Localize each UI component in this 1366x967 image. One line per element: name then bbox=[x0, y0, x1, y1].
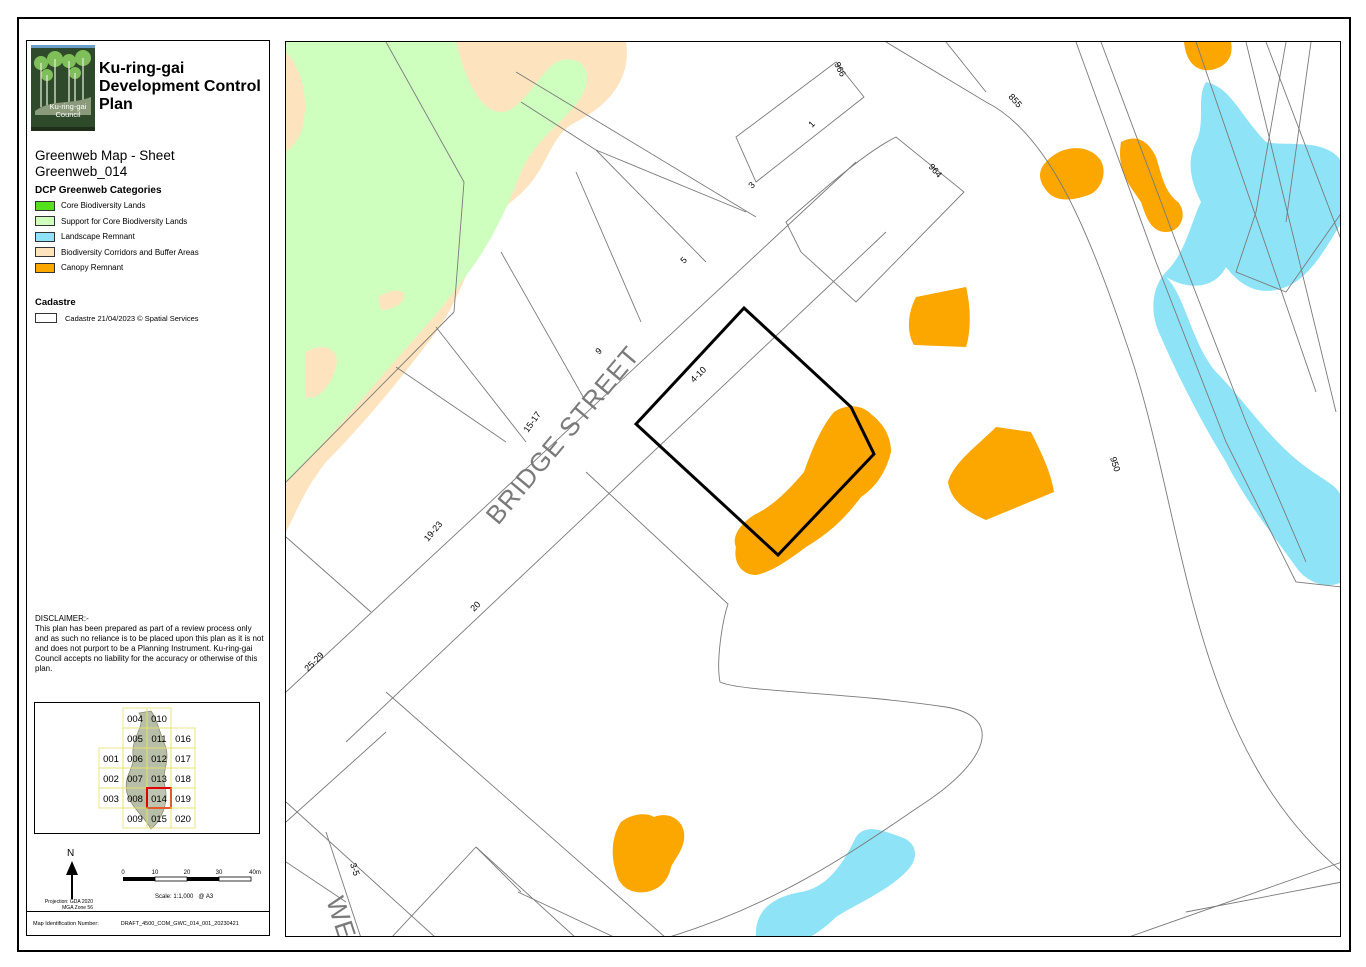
sheet-label: 004 bbox=[127, 714, 143, 725]
lot-label: 20 bbox=[468, 599, 482, 613]
scale-tick: 0 bbox=[121, 870, 125, 876]
map-identification: Map Identification Number: DRAFT_4500_CO… bbox=[27, 911, 269, 936]
map-id-value: DRAFT_4500_COM_GWC_014_001_20230421 bbox=[120, 921, 239, 927]
sheet-label: 018 bbox=[175, 774, 191, 785]
greenweb-map[interactable]: 966 1 855 3 964 5 9 4-10 15-17 950 19-23… bbox=[286, 42, 1341, 937]
cadastre-swatch bbox=[35, 313, 57, 323]
lot-label: 5 bbox=[678, 255, 689, 266]
lot-label: 15-17 bbox=[521, 410, 542, 435]
lot-label: 855 bbox=[1007, 92, 1024, 110]
sheet-label: 003 bbox=[103, 794, 119, 805]
legend-item: Biodiversity Corridors and Buffer Areas bbox=[35, 245, 265, 261]
sheet-label: 002 bbox=[103, 774, 119, 785]
legend-item: Canopy Remnant bbox=[35, 260, 265, 276]
sheet-label: 015 bbox=[151, 814, 167, 825]
lot-label: 1 bbox=[806, 119, 817, 130]
legend-category-list: Core Biodiversity Lands Support for Core… bbox=[35, 198, 265, 276]
canopy-remnant-swatch bbox=[35, 262, 55, 273]
disclaimer-heading: DISCLAIMER:- bbox=[35, 614, 89, 623]
projection-text: Projection: GDA 2020 MGA Zone 56 bbox=[44, 899, 93, 911]
sheet-label: 011 bbox=[151, 734, 166, 745]
lot-label: 25-29 bbox=[302, 650, 325, 673]
street-name-partial: WE bbox=[320, 893, 362, 937]
sheet-index-inset: 004 010 005 011 016 001 006 012 017 002 007 013 018 0… bbox=[34, 702, 260, 834]
map-id-label: Map Identification Number: bbox=[33, 921, 99, 927]
sheet-title: Greenweb Map - Sheet Greenweb_014 bbox=[35, 148, 175, 179]
scale-tick: 20 bbox=[184, 870, 191, 876]
document-title: Ku-ring-gai Development Control Plan bbox=[99, 60, 261, 113]
logo-text: Ku-ring-gai Council bbox=[49, 102, 87, 119]
support-core-swatch bbox=[35, 216, 55, 227]
lot-label: 19-23 bbox=[422, 519, 444, 543]
sheet-label: 012 bbox=[151, 754, 167, 765]
legend-heading: DCP Greenweb Categories bbox=[35, 185, 162, 196]
paper-size: @ A3 bbox=[198, 894, 214, 900]
landscape-remnant-area bbox=[756, 829, 915, 936]
canopy-remnant-areas bbox=[612, 42, 1232, 893]
sheet-label: 010 bbox=[151, 714, 167, 725]
disclaimer: DISCLAIMER:- This plan has been prepared… bbox=[35, 614, 267, 674]
cadastre-legend-item: Cadastre 21/04/2023 © Spatial Services bbox=[35, 313, 199, 323]
sheet-label: 017 bbox=[175, 754, 191, 765]
landscape-remnant-area bbox=[1153, 82, 1340, 586]
sheet-label: 013 bbox=[151, 774, 167, 785]
lot-label: 4-10 bbox=[688, 365, 708, 385]
sheet-label: 001 bbox=[103, 754, 119, 765]
sheet-label: 006 bbox=[127, 754, 143, 765]
sheet-label: 016 bbox=[175, 734, 191, 745]
north-label: N bbox=[67, 848, 75, 859]
corridor-buffer-swatch bbox=[35, 247, 55, 258]
scale-bar: 0 10 20 30 40m bbox=[121, 867, 266, 907]
lot-label: 950 bbox=[1108, 456, 1122, 473]
landscape-remnant-swatch bbox=[35, 231, 55, 242]
scale-tick: 40m bbox=[249, 870, 261, 876]
legend-item: Support for Core Biodiversity Lands bbox=[35, 214, 265, 230]
scale-tick: 30 bbox=[216, 870, 223, 876]
legend-item: Core Biodiversity Lands bbox=[35, 198, 265, 214]
lot-label: 9 bbox=[593, 346, 604, 357]
legend-panel: Ku-ring-gai Council Ku-ring-gai Developm… bbox=[26, 40, 270, 936]
cadastre-heading: Cadastre bbox=[35, 297, 76, 308]
core-biodiversity-swatch bbox=[35, 200, 55, 211]
sheet-label: 019 bbox=[175, 794, 191, 805]
street-name-label: BRIDGE STREET bbox=[480, 340, 646, 530]
sheet-label: 009 bbox=[127, 814, 143, 825]
lot-label: 3-5 bbox=[348, 862, 362, 877]
sheet-label: 020 bbox=[175, 814, 191, 825]
sheet-label: 008 bbox=[127, 794, 143, 805]
lot-label: 966 bbox=[832, 60, 848, 78]
sheet-label: 007 bbox=[127, 774, 143, 785]
disclaimer-text: This plan has been prepared as part of a… bbox=[35, 624, 264, 673]
scale-tick: 10 bbox=[152, 870, 159, 876]
scale-text: Scale: 1:1,000 @ A3 bbox=[155, 894, 214, 900]
sheet-label: 005 bbox=[127, 734, 143, 745]
map-view[interactable]: 966 1 855 3 964 5 9 4-10 15-17 950 19-23… bbox=[285, 41, 1341, 937]
sheet-label: 014 bbox=[151, 794, 167, 805]
legend-item: Landscape Remnant bbox=[35, 229, 265, 245]
sheet-index-map: 004 010 005 011 016 001 006 012 017 002 007 013 018 0… bbox=[98, 707, 196, 830]
